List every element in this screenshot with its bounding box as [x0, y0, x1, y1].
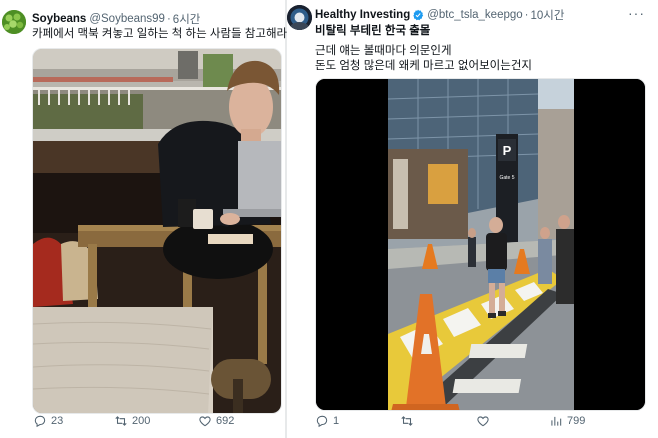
- retweet-button[interactable]: 200: [114, 414, 150, 428]
- tweet-text: 근데 얘는 볼때마다 의문인게 돈도 엄청 많은데 왜케 마르고 없어보이는건지: [315, 44, 532, 74]
- views-button[interactable]: 799: [549, 414, 585, 428]
- retweet-icon: [401, 416, 413, 426]
- separator: ·: [524, 9, 529, 21]
- tweet-healthy-investing[interactable]: Healthy Investing @btc_tsla_keepgo · 10시…: [287, 0, 658, 438]
- retweet-count: 200: [132, 415, 151, 427]
- timestamp[interactable]: 10시간: [531, 7, 565, 23]
- avatar[interactable]: [287, 5, 312, 30]
- views-count: 799: [567, 415, 586, 427]
- like-button[interactable]: 692: [198, 414, 234, 428]
- like-button[interactable]: [476, 414, 490, 428]
- tweet-text-line: 돈도 엄청 많은데 왜케 마르고 없어보이는건지: [315, 60, 532, 72]
- tweet-text: 카페에서 맥북 켜놓고 일하는 척 하는 사람들 참고해라: [32, 28, 288, 40]
- reply-icon: [34, 415, 46, 428]
- tweet-photo[interactable]: [32, 48, 282, 414]
- more-icon[interactable]: ···: [628, 5, 645, 21]
- tweet-header: Healthy Investing @btc_tsla_keepgo · 10시…: [315, 7, 564, 23]
- avatar[interactable]: [2, 10, 26, 34]
- reply-count: 1: [333, 415, 340, 427]
- separator: ·: [166, 13, 171, 25]
- reply-count: 23: [51, 415, 64, 427]
- parking-sign-letter: P: [503, 143, 512, 158]
- views-icon: [551, 416, 562, 426]
- tweet-header: Soybeans @Soybeans99 · 6시간: [32, 11, 200, 27]
- parking-sign-text: Gate 5: [499, 175, 514, 181]
- author-handle[interactable]: @btc_tsla_keepgo: [427, 9, 522, 21]
- like-icon: [199, 416, 211, 427]
- tweet-video[interactable]: P Gate 5: [315, 78, 646, 411]
- tweet-text-line: 근데 얘는 볼때마다 의문인게: [315, 45, 452, 57]
- timestamp[interactable]: 6시간: [173, 11, 201, 27]
- retweet-button[interactable]: [400, 414, 414, 428]
- tweet-soybeans[interactable]: Soybeans @Soybeans99 · 6시간 카페에서 맥북 켜놓고 일…: [0, 0, 288, 438]
- author-name[interactable]: Soybeans: [32, 13, 86, 25]
- author-name[interactable]: Healthy Investing: [315, 9, 410, 21]
- reply-button[interactable]: 1: [315, 414, 339, 428]
- like-icon: [477, 416, 489, 427]
- reply-button[interactable]: 23: [33, 414, 63, 428]
- reply-icon: [316, 415, 328, 428]
- retweet-icon: [115, 416, 127, 426]
- like-count: 692: [216, 415, 235, 427]
- tweet-subtitle: 비탈릭 부테린 한국 출몰: [315, 25, 431, 37]
- verified-badge-icon: [413, 9, 424, 21]
- author-handle[interactable]: @Soybeans99: [89, 13, 165, 25]
